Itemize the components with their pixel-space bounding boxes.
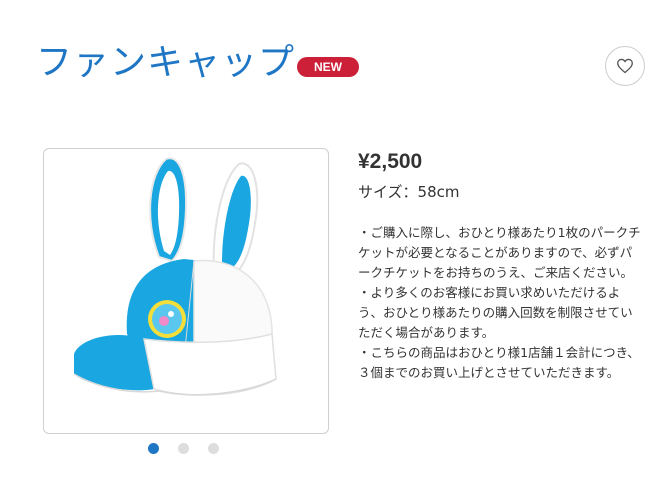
product-price: ¥2,500 — [358, 150, 423, 173]
new-badge: NEW — [297, 57, 359, 77]
product-image[interactable] — [43, 148, 329, 434]
fan-cap-image — [73, 157, 277, 396]
product-notes: ・ご購入に際し、おひとり様あたり1枚のパークチケットが必要となることがありますの… — [358, 223, 642, 383]
product-size: サイズ：58cm — [358, 183, 460, 201]
gallery-dot-3[interactable] — [208, 443, 219, 454]
note-item: ・より多くのお客様にお買い求めいただけるよう、おひとり様あたりの購入回数を制限さ… — [358, 285, 633, 340]
heart-icon — [617, 58, 633, 74]
favorite-button[interactable] — [605, 46, 645, 86]
note-item: ・こちらの商品はおひとり様1店舗１会計につき、３個までのお買い上げとさせていただ… — [358, 345, 640, 380]
gallery-dots — [148, 443, 219, 454]
gallery-dot-1[interactable] — [148, 443, 159, 454]
gallery-dot-2[interactable] — [178, 443, 189, 454]
product-title: ファンキャップ — [36, 42, 296, 83]
note-item: ・ご購入に際し、おひとり様あたり1枚のパークチケットが必要となることがありますの… — [358, 225, 641, 280]
